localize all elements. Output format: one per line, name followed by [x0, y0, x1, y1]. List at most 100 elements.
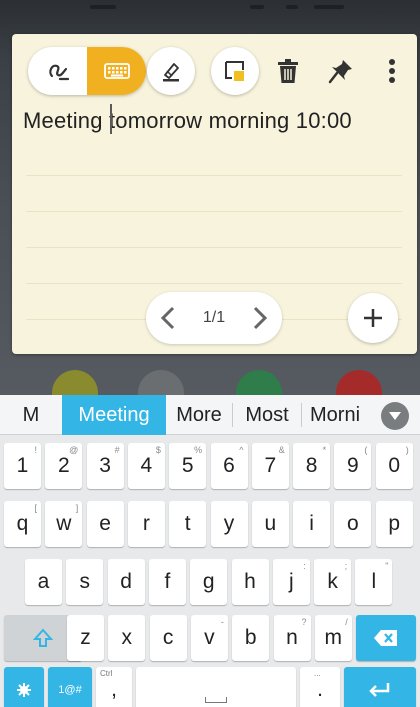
key-w[interactable]: w]: [45, 501, 83, 547]
key-y[interactable]: y: [210, 501, 248, 547]
key-1[interactable]: 1!: [4, 443, 41, 489]
key-b[interactable]: b: [232, 615, 270, 661]
backspace-key[interactable]: [356, 615, 416, 661]
key-h[interactable]: h: [231, 559, 269, 605]
key-0[interactable]: 0): [375, 443, 413, 489]
suggestion-item[interactable]: Morni: [302, 395, 376, 435]
key-7[interactable]: 7 &: [251, 443, 289, 489]
key-z[interactable]: z: [67, 615, 104, 661]
key-3[interactable]: 3 #: [86, 443, 124, 489]
key-label: o: [347, 512, 359, 535]
key-r[interactable]: r: [127, 501, 165, 547]
key-label: y: [223, 512, 235, 535]
soft-keyboard: M Meeting More Most Morni 1! 2 @3 #4 $5% 6 ^ 7 &…: [0, 395, 420, 707]
key-o[interactable]: o: [334, 501, 372, 547]
key-j[interactable]: j:: [272, 559, 310, 605]
key-5[interactable]: 5%: [169, 443, 207, 489]
key-e[interactable]: e: [86, 501, 124, 547]
key-c[interactable]: c: [149, 615, 187, 661]
background-app-icons: [0, 370, 420, 396]
pen-style-button[interactable]: [147, 47, 195, 95]
key-label: f: [164, 570, 171, 593]
quick-memo-card[interactable]: Meeting tomorrow morning 10:00 1/1: [12, 34, 417, 354]
key-s[interactable]: s: [66, 559, 104, 605]
handwriting-icon: [48, 64, 69, 81]
expand-suggestions-button[interactable]: [381, 402, 409, 430]
space-bar-icon: [205, 697, 227, 703]
key-label: l: [371, 570, 377, 593]
key-q[interactable]: q[: [4, 501, 41, 547]
key-label: u: [264, 512, 277, 535]
note-color-button[interactable]: [211, 47, 259, 95]
more-vert-icon: [389, 59, 395, 83]
key-g[interactable]: g: [190, 559, 228, 605]
settings-key[interactable]: [4, 667, 44, 707]
key-m[interactable]: m /: [314, 615, 352, 661]
key-label: 6: [223, 454, 235, 477]
key-label: q: [16, 512, 29, 535]
keyboard-mode-button[interactable]: [87, 47, 146, 95]
key-label: w: [56, 512, 72, 535]
key-2[interactable]: 2 @: [45, 443, 83, 489]
key-hint: ?: [301, 617, 307, 627]
key-label: e: [99, 512, 111, 535]
key-4[interactable]: 4 $: [127, 443, 165, 489]
key-t[interactable]: t: [169, 501, 207, 547]
key-n[interactable]: n?: [273, 615, 311, 661]
delete-button[interactable]: [271, 54, 305, 88]
pin-button[interactable]: [324, 54, 358, 88]
key-label: 5: [181, 454, 194, 477]
chevron-down-icon: [389, 412, 401, 420]
suggestion-item[interactable]: Most: [233, 395, 301, 435]
enter-key[interactable]: [344, 667, 416, 707]
chevron-right-icon[interactable]: [252, 306, 268, 330]
key-x[interactable]: x: [108, 615, 146, 661]
key-label: c: [162, 626, 174, 649]
add-page-button[interactable]: [348, 293, 398, 343]
key-hint: #: [114, 445, 120, 455]
pin-icon: [328, 60, 352, 84]
key-hint: !: [34, 445, 37, 455]
page-navigator: 1/1: [146, 292, 282, 344]
suggestion-item[interactable]: More: [166, 395, 232, 435]
key-u[interactable]: u: [251, 501, 289, 547]
key-hint: (: [364, 445, 368, 455]
input-mode-toggle[interactable]: [28, 47, 146, 95]
key-i[interactable]: i: [293, 501, 331, 547]
key-d[interactable]: d: [107, 559, 145, 605]
key-k[interactable]: k;: [314, 559, 352, 605]
key-v[interactable]: v-: [190, 615, 228, 661]
key-label: .: [317, 678, 323, 701]
key-6[interactable]: 6 ^: [210, 443, 248, 489]
key-hint: /: [345, 617, 348, 627]
period-key[interactable]: ....: [300, 667, 340, 707]
plus-icon: [364, 309, 382, 327]
key-l[interactable]: l ": [355, 559, 393, 605]
key-a[interactable]: a: [25, 559, 62, 605]
key-label: ,: [111, 678, 117, 701]
highlighter-icon: [163, 63, 179, 82]
key-p[interactable]: p: [375, 501, 413, 547]
space-key[interactable]: [136, 667, 296, 707]
key-hint: :: [303, 561, 306, 571]
key-label: n: [286, 626, 298, 649]
key-label: j: [288, 570, 294, 593]
suggestion-item[interactable]: M: [0, 395, 62, 435]
key-hint: ": [385, 561, 389, 571]
key-label: s: [79, 570, 91, 593]
comma-key[interactable]: , Ctrl: [96, 667, 132, 707]
more-options-button[interactable]: [375, 54, 409, 88]
key-hint: @: [69, 445, 79, 455]
text-cursor: [110, 104, 112, 134]
chevron-left-icon[interactable]: [160, 306, 176, 330]
handwriting-mode-button[interactable]: [28, 47, 87, 95]
key-f[interactable]: f: [148, 559, 186, 605]
key-label: z: [80, 626, 91, 649]
status-bar: [0, 0, 420, 22]
backspace-icon: [374, 630, 397, 646]
suggestion-item-active[interactable]: Meeting: [62, 395, 166, 435]
key-9[interactable]: 9(: [334, 443, 372, 489]
symbols-key[interactable]: 1@#: [48, 667, 92, 707]
key-8[interactable]: 8 *: [293, 443, 331, 489]
note-text[interactable]: Meeting tomorrow morning 10:00: [23, 108, 352, 134]
